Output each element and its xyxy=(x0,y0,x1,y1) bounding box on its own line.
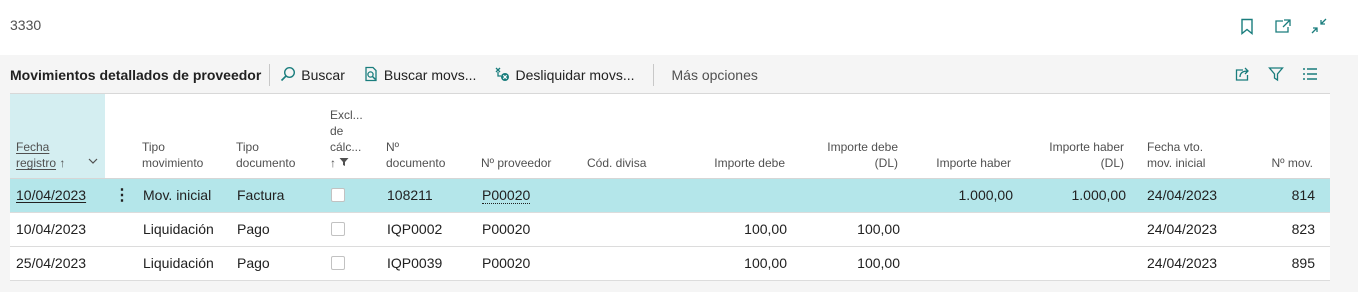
column-header-fecha-vto[interactable]: Fecha vto. mov. inicial xyxy=(1147,139,1205,171)
cell-fecha-registro[interactable]: 10/04/2023 xyxy=(16,221,86,237)
page-header-actions xyxy=(1236,15,1330,37)
table-row[interactable]: 10/04/2023 ⋮ Mov. inicial Factura 108211… xyxy=(10,179,1330,213)
cell-n-mov: 814 xyxy=(1291,187,1315,203)
search-button[interactable]: Buscar xyxy=(280,66,345,85)
column-header-importe-haber-dl[interactable]: Importe haber (DL) xyxy=(1024,139,1124,171)
list-view-icon[interactable] xyxy=(1300,64,1320,84)
cell-importe-debe-dl: 100,00 xyxy=(857,255,900,271)
cell-excluido-checkbox[interactable] xyxy=(331,256,345,270)
divider xyxy=(652,64,654,86)
section-title: Movimientos detallados de proveedor xyxy=(10,67,262,83)
cell-importe-debe: 100,00 xyxy=(744,255,787,271)
sort-ascending-icon: ↑ xyxy=(59,156,66,170)
column-header-excluido-calculo[interactable]: Excl... de cálc... ↑ xyxy=(330,107,363,171)
cell-importe-haber: 1.000,00 xyxy=(958,187,1014,203)
open-new-window-icon[interactable] xyxy=(1272,15,1294,37)
find-entries-icon xyxy=(363,66,379,85)
cell-tipo-documento: Pago xyxy=(237,221,270,237)
column-header-n-mov[interactable]: Nº mov. xyxy=(1243,155,1314,171)
page-title: 3330 xyxy=(10,17,42,33)
unapply-entries-label: Desliquidar movs... xyxy=(515,67,635,83)
cell-excluido-checkbox[interactable] xyxy=(331,222,345,236)
table-row[interactable]: 10/04/2023 Liquidación Pago IQP0002 P000… xyxy=(10,213,1330,247)
cell-n-documento: IQP0002 xyxy=(387,221,443,237)
find-entries-label: Buscar movs... xyxy=(383,67,477,83)
cell-fecha-vto: 24/04/2023 xyxy=(1147,187,1218,203)
cell-n-proveedor[interactable]: P00020 xyxy=(482,187,531,204)
collapse-icon[interactable] xyxy=(1308,15,1330,37)
column-header-importe-debe-dl[interactable]: Importe debe (DL) xyxy=(798,139,898,171)
column-header-importe-debe[interactable]: Importe debe xyxy=(685,155,785,171)
bookmark-icon[interactable] xyxy=(1236,15,1258,37)
column-header-cod-divisa[interactable]: Cód. divisa xyxy=(587,155,646,171)
column-header-n-documento[interactable]: Nº documento xyxy=(386,139,445,171)
cell-tipo-movimiento: Mov. inicial xyxy=(143,187,212,203)
column-header-importe-haber[interactable]: Importe haber xyxy=(911,155,1011,171)
table-row[interactable]: 25/04/2023 Liquidación Pago IQP0039 P000… xyxy=(10,247,1330,281)
cell-fecha-vto: 24/04/2023 xyxy=(1147,221,1218,237)
table-header: Fecha registro ↑ Tipo movimiento Tipo do… xyxy=(10,94,1330,179)
cell-n-proveedor[interactable]: P00020 xyxy=(482,255,530,271)
cell-tipo-movimiento: Liquidación xyxy=(143,255,214,271)
cell-tipo-documento: Pago xyxy=(237,255,270,271)
more-options-button[interactable]: Más opciones xyxy=(672,67,758,83)
page-header: 3330 xyxy=(0,0,1358,55)
divider xyxy=(269,64,271,86)
cell-n-mov: 823 xyxy=(1291,221,1315,237)
search-label: Buscar xyxy=(301,67,345,83)
unapply-entries-button[interactable]: Desliquidar movs... xyxy=(494,66,635,85)
chevron-down-icon[interactable] xyxy=(88,153,98,169)
search-icon xyxy=(280,66,296,85)
cell-n-mov: 895 xyxy=(1291,255,1315,271)
entries-table: Fecha registro ↑ Tipo movimiento Tipo do… xyxy=(10,94,1330,281)
cell-fecha-registro[interactable]: 25/04/2023 xyxy=(16,255,86,271)
cell-importe-debe: 100,00 xyxy=(744,221,787,237)
cell-n-proveedor[interactable]: P00020 xyxy=(482,221,530,237)
cell-importe-haber-dl: 1.000,00 xyxy=(1071,187,1127,203)
cell-fecha-vto: 24/04/2023 xyxy=(1147,255,1218,271)
column-header-fecha-registro[interactable]: Fecha registro ↑ xyxy=(16,139,65,171)
column-header-n-proveedor[interactable]: Nº proveedor xyxy=(481,155,551,171)
sort-ascending-icon: ↑ xyxy=(330,156,336,170)
row-menu-icon[interactable]: ⋮ xyxy=(114,185,130,205)
list-actions xyxy=(1232,64,1320,84)
column-header-tipo-movimiento[interactable]: Tipo movimiento xyxy=(142,139,203,171)
filter-icon xyxy=(339,156,349,170)
share-icon[interactable] xyxy=(1232,64,1252,84)
find-entries-button[interactable]: Buscar movs... xyxy=(363,66,477,85)
cell-tipo-documento: Factura xyxy=(237,187,285,203)
filter-icon[interactable] xyxy=(1266,64,1286,84)
cell-importe-debe-dl: 100,00 xyxy=(857,221,900,237)
cell-n-documento: IQP0039 xyxy=(387,255,443,271)
action-bar: Movimientos detallados de proveedor Busc… xyxy=(10,57,1330,94)
cell-tipo-movimiento: Liquidación xyxy=(143,221,214,237)
cell-fecha-registro[interactable]: 10/04/2023 xyxy=(16,187,86,203)
cell-excluido-checkbox[interactable] xyxy=(331,188,345,202)
unapply-icon xyxy=(494,66,510,85)
cell-n-documento: 108211 xyxy=(387,187,433,203)
column-header-tipo-documento[interactable]: Tipo documento xyxy=(236,139,295,171)
